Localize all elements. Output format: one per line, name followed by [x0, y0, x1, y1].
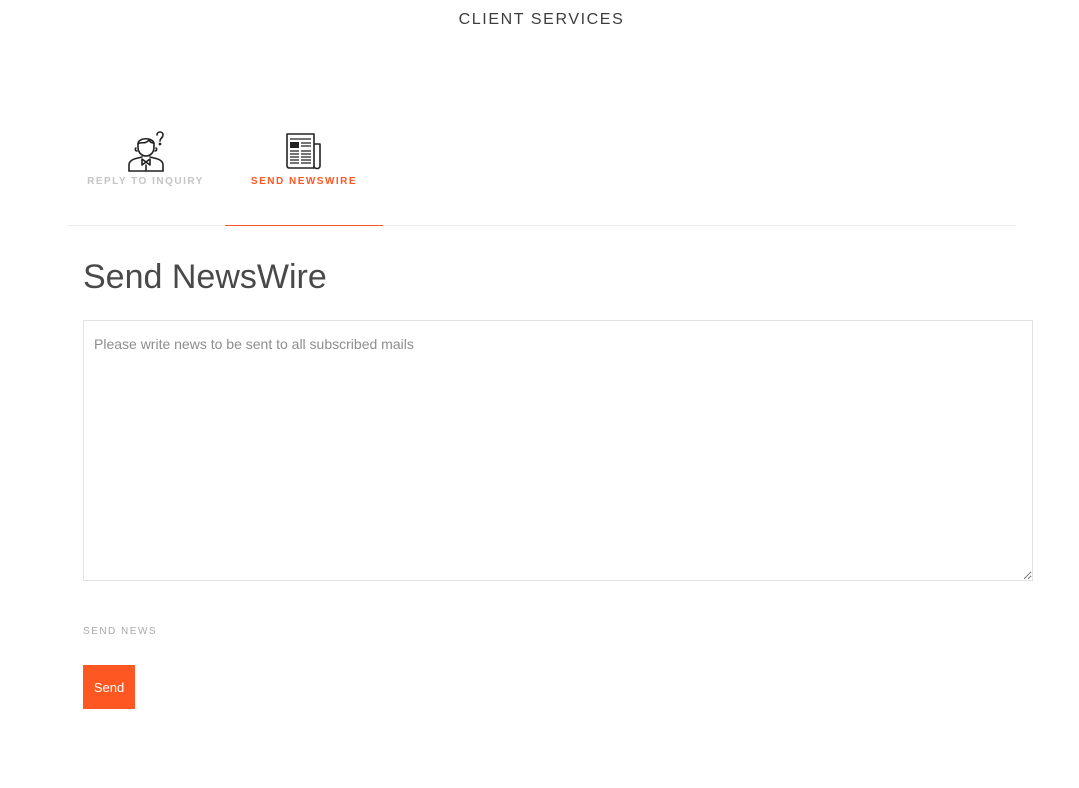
news-textarea[interactable] — [83, 320, 1033, 581]
tab-send-newswire[interactable]: SEND NEWSWIRE — [225, 128, 383, 226]
page-title: CLIENT SERVICES — [458, 11, 625, 28]
newspaper-icon — [286, 133, 321, 170]
tab-bar: REPLY TO INQUIRY SEND NEWSWIRE — [67, 128, 1016, 226]
tab-reply-label: REPLY TO INQUIRY — [87, 176, 204, 187]
page: CLIENT SERVICES REPLY TO INQUIRY SEND NE… — [0, 0, 1079, 788]
tab-reply-to-inquiry[interactable]: REPLY TO INQUIRY — [67, 128, 224, 225]
tab-news-label: SEND NEWSWIRE — [250, 176, 358, 187]
section-heading: Send NewsWire — [83, 258, 327, 296]
send-button[interactable]: Send — [83, 665, 135, 709]
customer-question-icon — [127, 131, 164, 172]
send-news-label: SEND NEWS — [83, 626, 158, 637]
active-tab-indicator — [225, 225, 383, 226]
